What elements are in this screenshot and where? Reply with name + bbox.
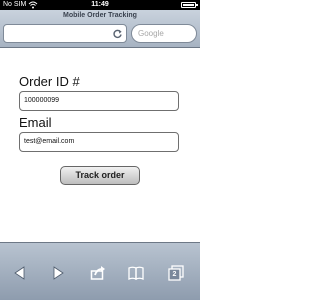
back-arrow-icon[interactable]	[12, 265, 28, 281]
status-bar: No SIM 11:49	[0, 0, 200, 10]
bottom-toolbar: 2	[0, 242, 200, 300]
battery-icon	[181, 2, 198, 8]
tab-count: 2	[172, 270, 177, 278]
track-order-button[interactable]: Track order	[60, 166, 140, 185]
reload-icon[interactable]	[112, 28, 123, 39]
forward-arrow-icon[interactable]	[50, 265, 66, 281]
search-input[interactable]: Google	[131, 24, 197, 43]
email-input[interactable]: test@email.com	[19, 132, 179, 152]
bookmarks-icon[interactable]	[128, 265, 144, 281]
order-id-label: Order ID #	[19, 74, 80, 89]
browser-toolbar: Mobile Order Tracking Google	[0, 10, 200, 48]
address-bar[interactable]	[3, 24, 127, 43]
page-title: Mobile Order Tracking	[63, 12, 137, 19]
email-label: Email	[19, 115, 52, 130]
status-time: 11:49	[91, 1, 109, 8]
share-icon[interactable]	[90, 265, 106, 281]
tabs-button[interactable]: 2	[168, 265, 184, 281]
order-id-input[interactable]: 100000099	[19, 91, 179, 111]
